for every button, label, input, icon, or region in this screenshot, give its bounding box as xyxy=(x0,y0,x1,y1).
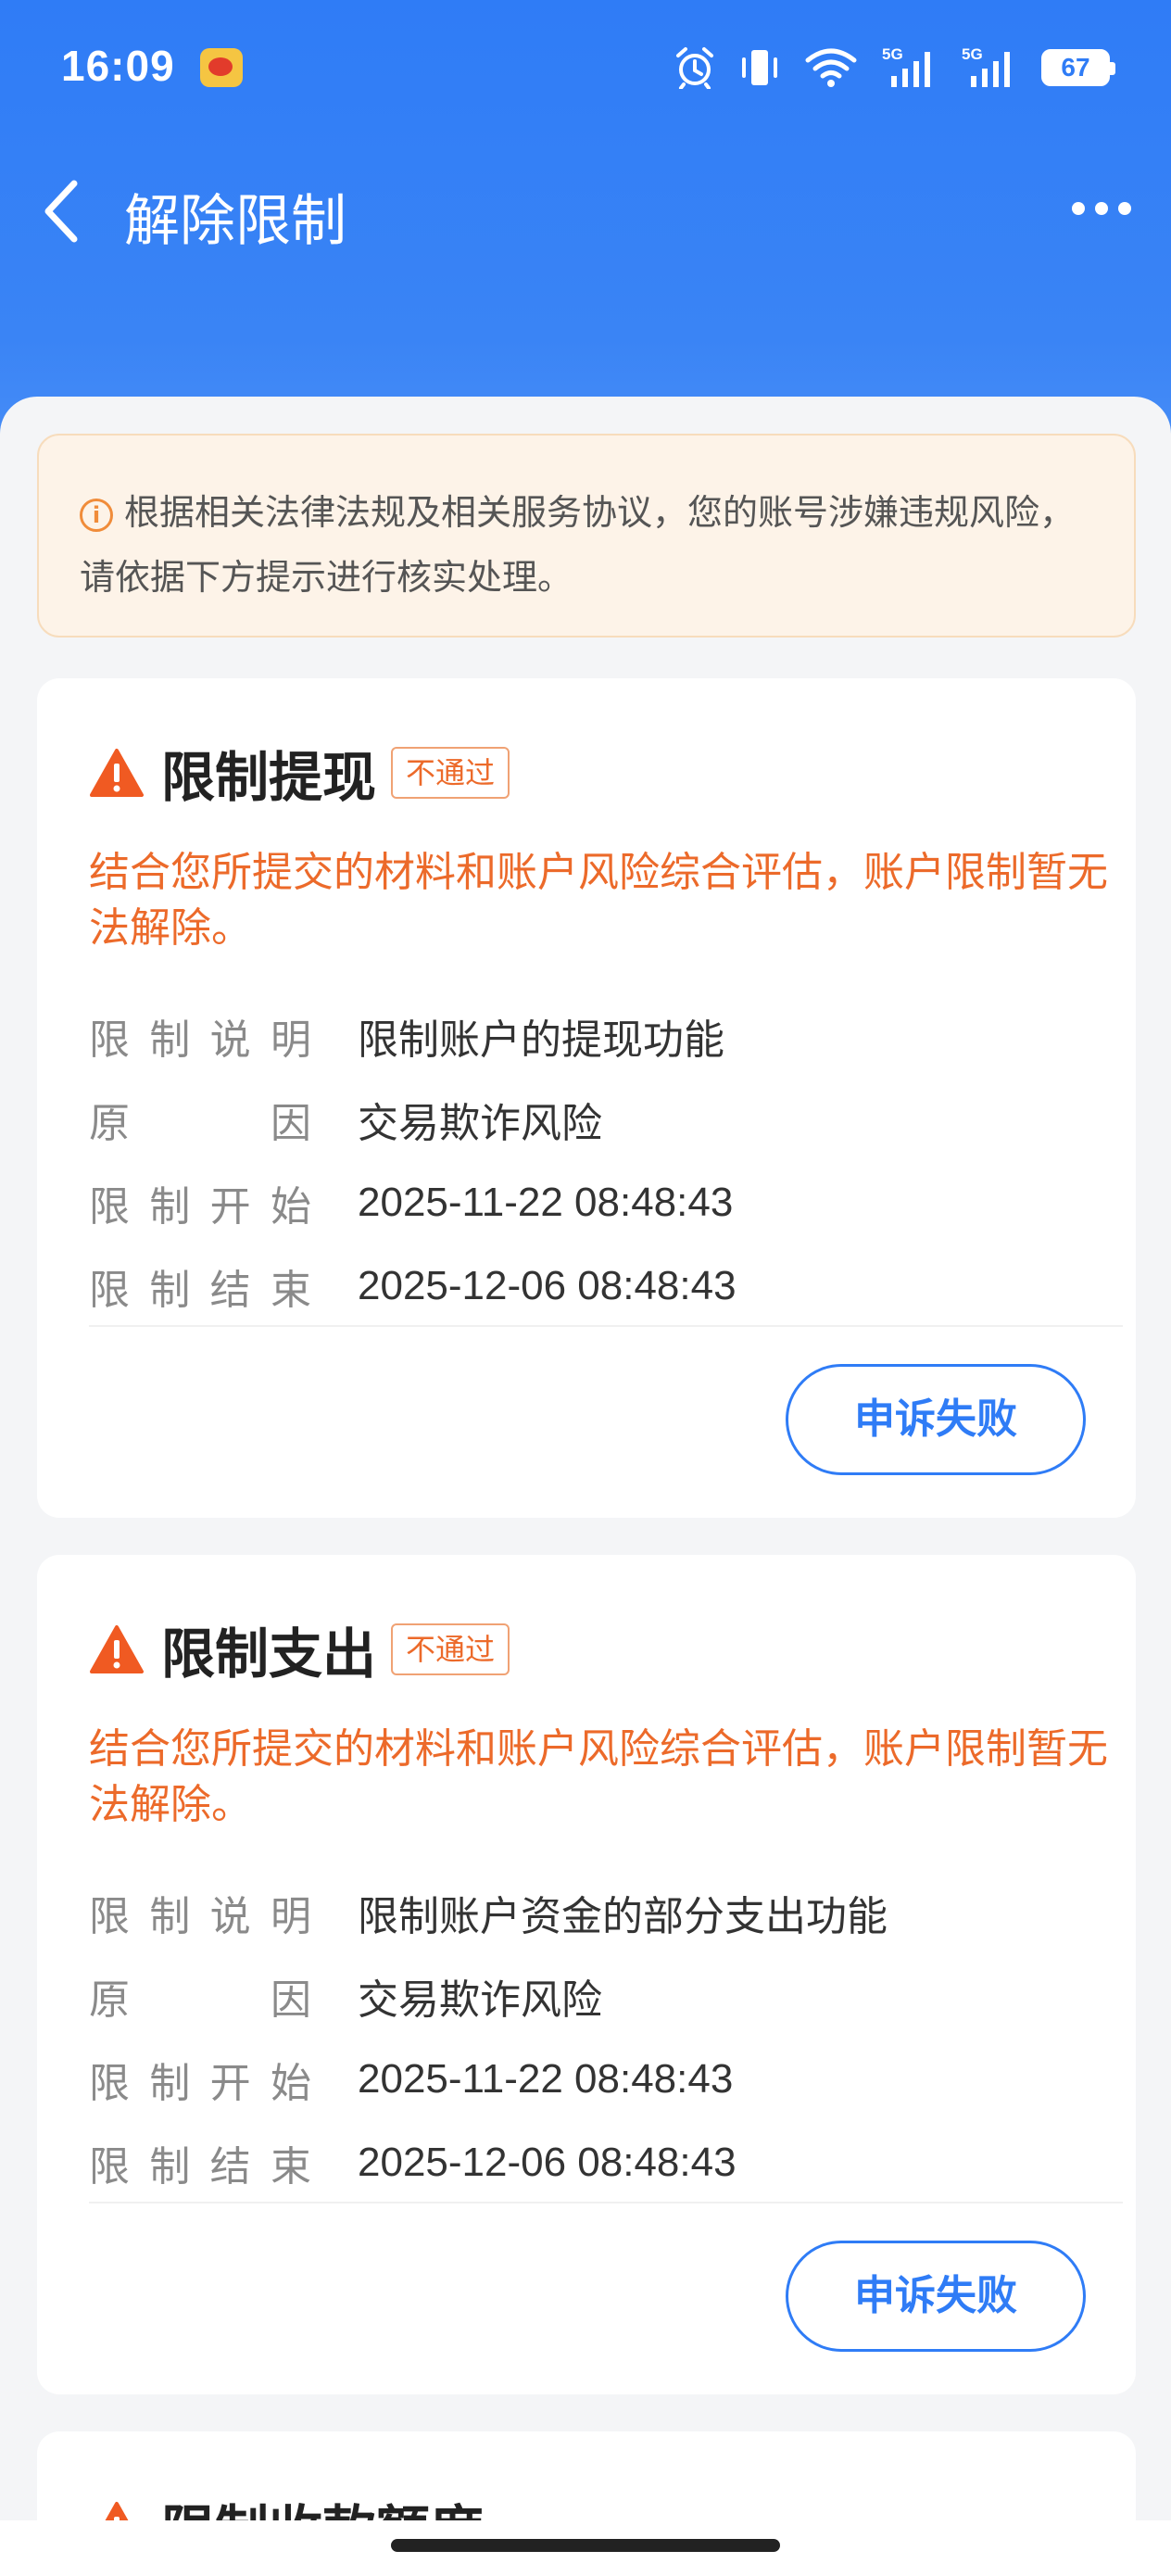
info-row-start: 限制开始 2025-11-22 08:48:43 xyxy=(89,2052,733,2107)
signal-5g-icon: 5G xyxy=(962,45,1010,87)
wifi-icon xyxy=(805,48,857,87)
card-title: 限制支出 xyxy=(161,1623,377,1686)
info-value: 交易欺诈风险 xyxy=(358,1101,602,1146)
card-warning-text: 结合您所提交的材料和账户风险综合评估，账户限制暂无法解除。 xyxy=(89,1725,1108,1828)
battery-icon: 67 xyxy=(1041,49,1115,86)
info-label: 限制结束 xyxy=(89,1267,311,1314)
info-label: 限制开始 xyxy=(89,2060,311,2107)
info-value: 限制账户资金的部分支出功能 xyxy=(358,1894,888,1939)
card-warning-text: 结合您所提交的材料和账户风险综合评估，账户限制暂无法解除。 xyxy=(89,849,1108,952)
info-label: 限制说明 xyxy=(89,1017,311,1064)
page-title: 解除限制 xyxy=(124,189,346,254)
divider xyxy=(89,1325,1123,1327)
info-value: 限制账户的提现功能 xyxy=(358,1017,724,1063)
info-value: 2025-11-22 08:48:43 xyxy=(358,2056,734,2102)
divider xyxy=(89,2202,1123,2203)
signal-5g-icon: 5G xyxy=(882,45,930,87)
warning-icon xyxy=(90,1625,144,1673)
nav-bar: 解除限制 xyxy=(0,148,1171,269)
vibrate-icon xyxy=(742,50,777,85)
risk-notice: i 根据相关法律法规及相关服务协议，您的账号涉嫌违规风险，请依据下方提示进行核实处… xyxy=(37,434,1136,638)
info-label: 限制说明 xyxy=(89,1893,311,1940)
status-icons: 5G 5G 67 xyxy=(674,44,1115,91)
info-value: 2025-12-06 08:48:43 xyxy=(358,1263,737,1308)
card-title: 限制提现 xyxy=(161,746,377,809)
info-value: 交易欺诈风险 xyxy=(358,1977,602,2023)
status-bar: 16:09 5G 5G 67 xyxy=(0,0,1171,139)
status-badge: 不通过 xyxy=(391,747,510,799)
status-badge: 不通过 xyxy=(391,1623,510,1675)
info-value: 2025-12-06 08:48:43 xyxy=(358,2140,737,2185)
info-label: 限制开始 xyxy=(89,1183,311,1231)
weibo-icon xyxy=(200,48,243,87)
info-icon: i xyxy=(80,499,113,532)
svg-text:5G: 5G xyxy=(962,45,983,63)
svg-text:5G: 5G xyxy=(882,45,903,63)
info-label: 原因 xyxy=(89,1100,311,1147)
notice-text: 根据相关法律法规及相关服务协议，您的账号涉嫌违规风险，请依据下方提示进行核实处理… xyxy=(80,492,1076,598)
restriction-card-spending: 限制支出 不通过 结合您所提交的材料和账户风险综合评估，账户限制暂无法解除。 限… xyxy=(37,1555,1136,2394)
status-time: 16:09 xyxy=(61,42,175,90)
info-row-description: 限制说明 限制账户资金的部分支出功能 xyxy=(89,1885,888,1940)
info-label: 原因 xyxy=(89,1976,311,2024)
card-header: 限制支出 不通过 xyxy=(89,1612,510,1686)
card-header: 限制提现 不通过 xyxy=(89,736,510,810)
info-row-end: 限制结束 2025-12-06 08:48:43 xyxy=(89,2135,737,2191)
info-row-start: 限制开始 2025-11-22 08:48:43 xyxy=(89,1175,733,1231)
more-dots-icon[interactable] xyxy=(1069,195,1134,222)
info-row-reason: 原因 交易欺诈风险 xyxy=(89,1092,602,1147)
appeal-failed-button[interactable]: 申诉失败 xyxy=(786,1364,1086,1475)
alarm-icon xyxy=(676,47,713,89)
chevron-left-icon[interactable] xyxy=(39,174,85,248)
warning-icon xyxy=(90,749,144,797)
appeal-failed-button[interactable]: 申诉失败 xyxy=(786,2241,1086,2352)
info-value: 2025-11-22 08:48:43 xyxy=(358,1180,734,1225)
content-area: i 根据相关法律法规及相关服务协议，您的账号涉嫌违规风险，请依据下方提示进行核实处… xyxy=(0,397,1171,2576)
restriction-card-withdraw: 限制提现 不通过 结合您所提交的材料和账户风险综合评估，账户限制暂无法解除。 限… xyxy=(37,678,1136,1518)
info-label: 限制结束 xyxy=(89,2143,311,2191)
info-row-description: 限制说明 限制账户的提现功能 xyxy=(89,1008,724,1064)
info-row-reason: 原因 交易欺诈风险 xyxy=(89,1968,602,2024)
home-indicator[interactable] xyxy=(391,2539,780,2552)
info-row-end: 限制结束 2025-12-06 08:48:43 xyxy=(89,1258,737,1314)
